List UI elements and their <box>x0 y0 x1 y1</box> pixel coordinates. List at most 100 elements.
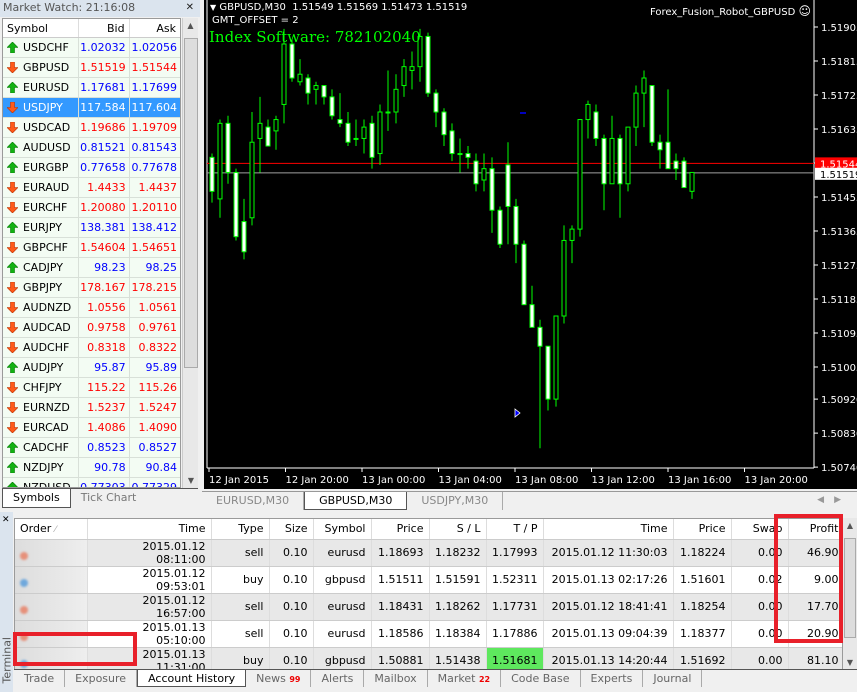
market-watch-row[interactable]: EURJPY 138.381 138.412 <box>3 218 180 238</box>
market-watch-row[interactable]: CADJPY 98.23 98.25 <box>3 258 180 278</box>
tab-journal[interactable]: Journal <box>643 670 703 687</box>
column-header-price[interactable]: Price <box>371 519 430 540</box>
market-watch-row[interactable]: GBPJPY 178.167 178.215 <box>3 278 180 298</box>
market-watch-row[interactable]: EURCHF 1.20080 1.20110 <box>3 198 180 218</box>
market-watch-row[interactable]: NZDJPY 90.78 90.84 <box>3 458 180 478</box>
candle <box>329 89 335 120</box>
candle-body <box>641 77 647 94</box>
market-watch-row[interactable]: EURNZD 1.5237 1.5247 <box>3 398 180 418</box>
market-watch-row[interactable]: GBPUSD 1.51519 1.51544 <box>3 58 180 78</box>
column-header-order[interactable]: Order ⁄ <box>15 519 88 540</box>
scroll-up-icon[interactable]: ▲ <box>843 521 857 530</box>
column-header-ask[interactable]: Ask <box>130 19 180 37</box>
market-watch-row[interactable]: GBPCHF 1.54604 1.54651 <box>3 238 180 258</box>
close-icon[interactable]: ✕ <box>2 515 10 525</box>
column-header-close-time[interactable]: Time <box>543 519 674 540</box>
market-watch-panel: Market Watch: 21:16:08 ✕ Symbol Bid Ask … <box>0 0 200 510</box>
scroll-down-icon[interactable]: ▼ <box>183 476 199 485</box>
close-icon[interactable]: ✕ <box>186 2 194 13</box>
chart-tab-gbpusd[interactable]: GBPUSD,M30 <box>304 492 408 510</box>
scroll-up-icon[interactable]: ▲ <box>183 21 198 30</box>
candlestick-chart[interactable]: 1.519051.518151.517251.516351.515451.514… <box>204 0 857 489</box>
bid-price-label: 1.51519 <box>820 170 857 181</box>
x-tick-label: 13 Jan 00:00 <box>362 475 425 486</box>
market-watch-row[interactable]: EURUSD 1.17681 1.17699 <box>3 78 180 98</box>
column-header-tp[interactable]: T / P <box>486 519 544 540</box>
column-header-symbol[interactable]: Symbol <box>313 519 372 540</box>
table-row[interactable]: 2015.01.13 05:10:00 sell 0.10 eurusd 1.1… <box>15 620 842 648</box>
tab-scroll-arrows[interactable]: ◀▶ <box>817 495 851 505</box>
market-watch-row[interactable]: CHFJPY 115.22 115.26 <box>3 378 180 398</box>
candle <box>273 115 279 150</box>
tab-code-base[interactable]: Code Base <box>501 670 581 687</box>
buy-arrow-icon <box>514 408 521 418</box>
chart-menu-icon[interactable]: ▼ <box>210 3 216 12</box>
market-watch-row[interactable]: AUDNZD 1.0556 1.0561 <box>3 298 180 318</box>
column-header-symbol[interactable]: Symbol <box>3 19 80 37</box>
symbol-cell: USDCAD <box>3 118 80 137</box>
ask-cell: 138.412 <box>131 221 178 234</box>
tab-label: Mailbox <box>374 672 417 685</box>
market-watch-row[interactable]: USDJPY 117.584 117.604 <box>3 98 180 118</box>
tab-symbols[interactable]: Symbols <box>2 489 71 508</box>
tab-tick-chart[interactable]: Tick Chart <box>71 489 147 508</box>
tab-account-history[interactable]: Account History <box>137 670 247 687</box>
candle-body <box>241 221 247 253</box>
market-watch-row[interactable]: USDCHF 1.02032 1.02056 <box>3 38 180 58</box>
scroll-down-icon[interactable]: ▼ <box>843 658 857 667</box>
table-row[interactable]: 2015.01.13 11:31:00 buy 0.10 gbpusd 1.50… <box>15 647 842 669</box>
tab-alerts[interactable]: Alerts <box>311 670 365 687</box>
column-header-close-price[interactable]: Price <box>673 519 732 540</box>
candle <box>641 70 647 128</box>
market-watch-row[interactable]: AUDUSD 0.81521 0.81543 <box>3 138 180 158</box>
symbol-cell: AUDUSD <box>3 138 80 157</box>
symbol-name: GBPJPY <box>23 281 63 294</box>
close-time-cell: 2015.01.13 09:04:39 <box>543 620 674 648</box>
market-watch-row[interactable]: NZDUSD 0.77303 0.77329 <box>3 478 180 487</box>
candle <box>537 319 543 449</box>
history-scrollbar[interactable]: ▲ ▼ <box>843 518 857 670</box>
table-row[interactable]: 2015.01.12 09:53:01 buy 0.10 gbpusd 1.51… <box>15 566 842 594</box>
column-header-bid[interactable]: Bid <box>79 19 130 37</box>
sl-cell: 1.18384 <box>429 620 487 648</box>
market-watch-row[interactable]: EURGBP 0.77658 0.77678 <box>3 158 180 178</box>
tab-mailbox[interactable]: Mailbox <box>364 670 428 687</box>
market-watch-row[interactable]: AUDCAD 0.9758 0.9761 <box>3 318 180 338</box>
symbol-name: USDJPY <box>23 101 63 114</box>
market-watch-row[interactable]: USDCAD 1.19686 1.19709 <box>3 118 180 138</box>
price-chart[interactable]: 1.519051.518151.517251.516351.515451.514… <box>204 0 857 489</box>
column-header-size[interactable]: Size <box>269 519 314 540</box>
column-header-type[interactable]: Type <box>211 519 270 540</box>
y-tick-label: 1.51725 <box>821 91 857 102</box>
chart-tab-usdjpy[interactable]: USDJPY,M30 <box>407 492 504 510</box>
chart-tab-eurusd[interactable]: EURUSD,M30 <box>202 492 305 510</box>
ask-cell: 1.51544 <box>131 61 178 74</box>
market-watch-row[interactable]: AUDCHF 0.8318 0.8322 <box>3 338 180 358</box>
arrow-up-icon <box>7 162 23 173</box>
scrollbar-thumb[interactable] <box>844 538 856 638</box>
market-watch-row[interactable]: EURAUD 1.4433 1.4437 <box>3 178 180 198</box>
candle-body <box>401 66 407 87</box>
tab-exposure[interactable]: Exposure <box>65 670 138 687</box>
candle <box>561 225 567 324</box>
column-header-sl[interactable]: S / L <box>429 519 487 540</box>
symbol-name: AUDNZD <box>23 301 72 314</box>
gmt-offset-text: GMT_OFFSET = 2 <box>212 15 299 26</box>
candle <box>305 74 311 105</box>
market-watch-scrollbar[interactable]: ▲ ▼ <box>182 18 198 488</box>
symbol-cell: eurusd <box>313 539 372 567</box>
market-watch-row[interactable]: CADCHF 0.8523 0.8527 <box>3 438 180 458</box>
scrollbar-thumb[interactable] <box>184 38 198 368</box>
table-row[interactable]: 2015.01.12 08:11:00 sell 0.10 eurusd 1.1… <box>15 539 842 567</box>
x-tick-label: 12 Jan 2015 <box>209 475 269 486</box>
market-watch-row[interactable]: EURCAD 1.4086 1.4090 <box>3 418 180 438</box>
candle <box>225 115 231 184</box>
tab-news[interactable]: News 99 <box>246 670 312 687</box>
column-header-time[interactable]: Time <box>87 519 212 540</box>
tab-experts[interactable]: Experts <box>581 670 644 687</box>
tab-trade[interactable]: Trade <box>14 670 66 687</box>
market-watch-row[interactable]: AUDJPY 95.87 95.89 <box>3 358 180 378</box>
tab-market[interactable]: Market 22 <box>428 670 502 687</box>
table-row[interactable]: 2015.01.12 16:57:00 sell 0.10 eurusd 1.1… <box>15 593 842 621</box>
symbol-cell: EURUSD <box>3 78 80 97</box>
